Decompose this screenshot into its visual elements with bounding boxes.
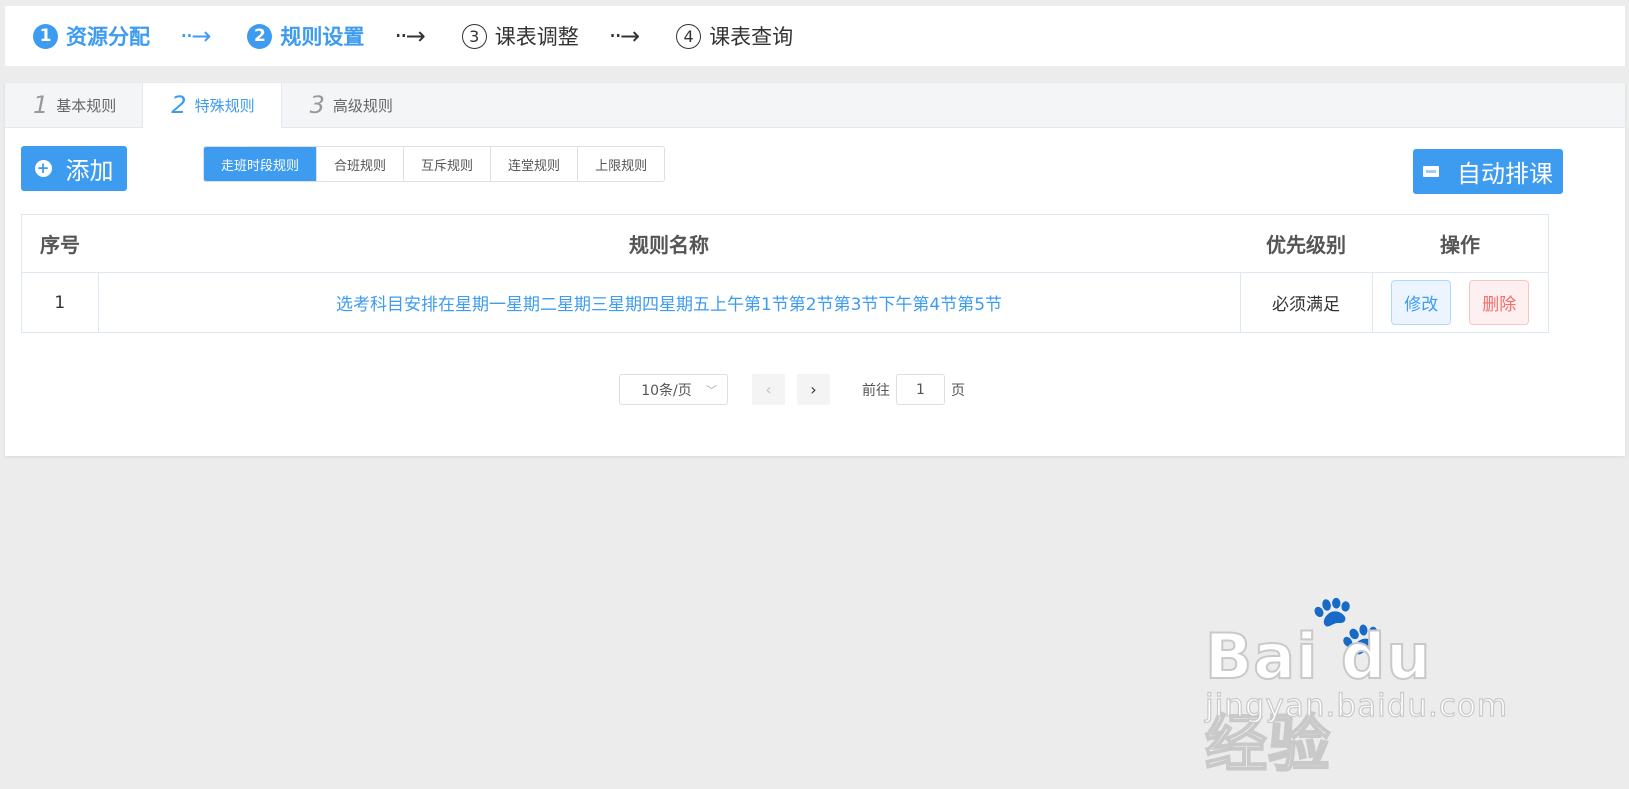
table-row: 1 选考科目安排在星期一星期二星期三星期四星期五上午第1节第2节第3节下午第4节… [21, 272, 1549, 333]
add-button[interactable]: + 添加 [21, 146, 127, 191]
step-resource-allocation[interactable]: 1 资源分配 [33, 21, 150, 51]
delete-button[interactable]: 删除 [1469, 280, 1530, 325]
column-header-rule-name: 规则名称 [98, 214, 1240, 273]
add-button-label: 添加 [65, 157, 114, 185]
next-page-button[interactable]: › [797, 374, 830, 405]
cell-index: 1 [21, 272, 99, 333]
tab-basic-rules[interactable]: 1 基本规则 [5, 83, 144, 127]
step-label: 课表调整 [494, 25, 579, 49]
pagination: 10条/页 ﹀ ‹ › 前往 1 页 [619, 374, 965, 405]
rules-table: 序号 规则名称 优先级别 操作 1 选考科目安排在星期一星期二星期三星期四星期五… [21, 214, 1549, 333]
arrow-right-icon: ··→ [394, 22, 425, 50]
tab-number: 1 [33, 91, 49, 119]
tab-advanced-rules[interactable]: 3 高级规则 [282, 83, 419, 127]
step-rule-settings[interactable]: 2 规则设置 [247, 21, 364, 51]
step-label: 资源分配 [66, 25, 150, 49]
segment-mutual-exclusion-rules[interactable]: 互斥规则 [404, 147, 492, 181]
rules-panel: 1 基本规则 2 特殊规则 3 高级规则 + 添加 走班时段规则 合班规则 互斥… [5, 83, 1625, 456]
tab-label: 基本规则 [56, 96, 117, 115]
arrow-right-icon: ··→ [180, 22, 211, 50]
steps-bar: 1 资源分配 ··→ 2 规则设置 ··→ 3 课表调整 ··→ 4 课表查询 [5, 6, 1625, 66]
step-label: 课表查询 [709, 25, 794, 49]
page-number-input[interactable]: 1 [896, 374, 945, 405]
step-number-badge: 1 [33, 23, 58, 49]
tab-number: 3 [309, 91, 325, 119]
step-number-badge: 4 [676, 23, 702, 49]
column-header-priority: 优先级别 [1240, 214, 1372, 273]
baidu-jingyan-watermark: 🐾 Bai du 经验 jingyan.baidu.com [1200, 589, 1508, 781]
prev-page-button[interactable]: ‹ [752, 374, 785, 405]
tab-number: 2 [171, 91, 187, 119]
column-header-actions: 操作 [1372, 214, 1549, 273]
column-header-index: 序号 [21, 214, 98, 273]
rule-type-segmented-control: 走班时段规则 合班规则 互斥规则 连堂规则 上限规则 [203, 146, 666, 182]
step-timetable-adjust[interactable]: 3 课表调整 [461, 21, 579, 51]
arrow-right-icon: ··→ [608, 22, 640, 50]
step-label: 规则设置 [280, 25, 365, 49]
chevron-left-icon: ‹ [765, 380, 772, 399]
segment-merge-class-rules[interactable]: 合班规则 [317, 147, 405, 181]
table-header-row: 序号 规则名称 优先级别 操作 [21, 214, 1549, 273]
calendar-icon [1423, 166, 1439, 177]
page-size-select[interactable]: 10条/页 ﹀ [619, 374, 728, 405]
tab-label: 高级规则 [332, 96, 393, 115]
cell-rule-name-link[interactable]: 选考科目安排在星期一星期二星期三星期四星期五上午第1节第2节第3节下午第4节第5… [98, 272, 1241, 333]
plus-circle-icon: + [34, 160, 52, 177]
edit-button[interactable]: 修改 [1391, 280, 1452, 325]
segment-shift-period-rules[interactable]: 走班时段规则 [204, 147, 318, 181]
page-suffix: 页 [951, 382, 965, 399]
step-number-badge: 2 [247, 23, 273, 49]
tab-special-rules[interactable]: 2 特殊规则 [143, 83, 282, 128]
auto-schedule-label: 自动排课 [1457, 160, 1553, 188]
rule-tabs: 1 基本规则 2 特殊规则 3 高级规则 [5, 83, 1625, 128]
step-number-badge: 3 [461, 23, 487, 49]
step-timetable-query[interactable]: 4 课表查询 [676, 21, 793, 51]
segment-consecutive-rules[interactable]: 连堂规则 [491, 147, 579, 181]
cell-priority: 必须满足 [1240, 272, 1373, 333]
cell-actions: 修改 删除 [1372, 273, 1549, 333]
chevron-right-icon: › [810, 380, 817, 399]
tab-label: 特殊规则 [194, 96, 255, 115]
watermark-sub-text: jingyan.baidu.com [1204, 687, 1509, 724]
auto-schedule-button[interactable]: 自动排课 [1413, 149, 1563, 194]
page-size-value: 10条/页 [641, 382, 692, 399]
chevron-down-icon: ﹀ [706, 384, 717, 397]
goto-label: 前往 [862, 382, 890, 399]
segment-upper-limit-rules[interactable]: 上限规则 [578, 147, 664, 181]
